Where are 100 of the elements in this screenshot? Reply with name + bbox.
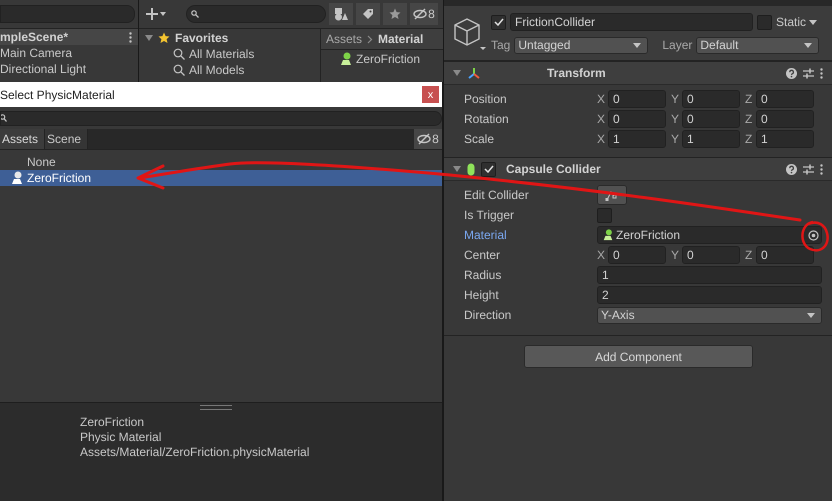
picker-tab[interactable]: Scene bbox=[45, 129, 88, 149]
list-item[interactable]: None bbox=[0, 154, 442, 170]
axes-icon bbox=[467, 66, 481, 80]
object-field[interactable]: ZeroFriction bbox=[597, 226, 822, 244]
foldout-arrow-icon[interactable] bbox=[453, 69, 461, 77]
component-header[interactable]: Transform bbox=[444, 61, 832, 85]
property-label: Is Trigger bbox=[464, 208, 516, 222]
search-field[interactable] bbox=[0, 110, 442, 126]
property-label: Height bbox=[464, 288, 500, 302]
preview-text: ZeroFriction bbox=[79, 415, 146, 430]
number-field[interactable]: 0 bbox=[756, 90, 814, 108]
preview-text: Assets/Material/ZeroFriction.physicMaterial bbox=[79, 445, 310, 460]
layer-label: Layer bbox=[662, 38, 692, 52]
check-icon bbox=[484, 165, 494, 173]
number-field[interactable]: 0 bbox=[756, 246, 814, 264]
star-icon bbox=[158, 32, 170, 44]
caret-icon bbox=[804, 42, 812, 48]
eye-slash-icon bbox=[417, 133, 432, 145]
number-field[interactable]: 1 bbox=[597, 266, 822, 284]
hierarchy-item[interactable]: Directional Light bbox=[0, 61, 138, 77]
property-label: Center bbox=[464, 248, 502, 262]
axis-label: X bbox=[597, 132, 606, 146]
more-icon[interactable] bbox=[820, 68, 823, 78]
static-checkbox[interactable] bbox=[757, 14, 772, 30]
caret-icon bbox=[633, 42, 642, 48]
hierarchy-item[interactable]: Main Camera bbox=[0, 45, 138, 61]
caret-icon bbox=[807, 312, 815, 318]
component-header[interactable]: Capsule Collider bbox=[444, 157, 832, 181]
breadcrumb-item[interactable]: Material bbox=[378, 32, 424, 46]
number-field[interactable]: 1 bbox=[682, 130, 740, 148]
splitter-handle[interactable] bbox=[200, 405, 232, 410]
favorite-item[interactable]: All Models bbox=[145, 62, 320, 78]
favorite-item[interactable]: All Materials bbox=[145, 46, 320, 62]
search-icon bbox=[173, 64, 185, 76]
axis-label: Y bbox=[671, 132, 680, 146]
property-label: Scale bbox=[464, 132, 496, 146]
axis-label: Y bbox=[671, 112, 680, 126]
layer-dropdown[interactable]: Default bbox=[696, 36, 820, 54]
list-item[interactable]: ZeroFriction bbox=[0, 170, 442, 186]
search-icon bbox=[173, 48, 185, 60]
search-field[interactable] bbox=[0, 5, 135, 23]
axis-label: X bbox=[597, 112, 606, 126]
search-field[interactable] bbox=[186, 5, 326, 23]
axis-label: Z bbox=[745, 92, 754, 106]
active-checkbox[interactable] bbox=[491, 14, 506, 30]
more-icon[interactable] bbox=[129, 32, 132, 42]
number-field[interactable]: 0 bbox=[756, 110, 814, 128]
search-icon bbox=[191, 10, 199, 18]
property-label: Position bbox=[464, 92, 508, 106]
edit-shape-icon bbox=[605, 190, 619, 200]
number-field[interactable]: 2 bbox=[597, 286, 822, 304]
axis-label: Z bbox=[745, 248, 754, 262]
foldout-arrow-icon[interactable] bbox=[453, 165, 461, 173]
physic-material-icon bbox=[10, 171, 24, 185]
help-icon[interactable] bbox=[786, 68, 797, 78]
picker-tab[interactable]: Assets bbox=[0, 129, 46, 149]
property-label: Edit Collider bbox=[464, 188, 530, 202]
static-dropdown[interactable]: Static bbox=[776, 15, 818, 29]
axis-label: Y bbox=[671, 248, 680, 262]
breadcrumb-item[interactable]: Assets bbox=[326, 32, 362, 46]
dialog-title: Select PhysicMaterial bbox=[0, 88, 115, 102]
number-field[interactable]: 0 bbox=[608, 90, 666, 108]
asset-item[interactable]: ZeroFriction bbox=[321, 50, 443, 68]
hidden-count-button[interactable]: 8 bbox=[410, 3, 438, 25]
search-icon bbox=[1, 114, 7, 122]
help-icon[interactable] bbox=[786, 164, 797, 174]
favorites-label[interactable]: Favorites bbox=[175, 30, 228, 44]
close-button[interactable]: x bbox=[422, 86, 439, 103]
object-picker-icon[interactable] bbox=[808, 230, 819, 240]
preset-icon[interactable] bbox=[803, 164, 814, 174]
number-field[interactable]: 1 bbox=[756, 130, 814, 148]
property-label: Direction bbox=[464, 308, 512, 322]
more-icon[interactable] bbox=[820, 164, 823, 174]
tag-dropdown[interactable]: Untagged bbox=[514, 36, 648, 54]
enabled-checkbox[interactable] bbox=[481, 162, 496, 176]
shapes-icon bbox=[334, 7, 348, 21]
scene-header[interactable]: mpleScene* bbox=[0, 29, 138, 45]
property-label: Rotation bbox=[464, 112, 510, 126]
number-field[interactable]: 0 bbox=[682, 110, 740, 128]
preview-text: Physic Material bbox=[79, 430, 162, 445]
number-field[interactable]: 0 bbox=[682, 90, 740, 108]
number-field[interactable]: 1 bbox=[608, 130, 666, 148]
number-field[interactable]: 0 bbox=[608, 110, 666, 128]
star-icon bbox=[389, 8, 401, 20]
star-filter-button[interactable] bbox=[383, 3, 407, 25]
expand-arrow-icon[interactable] bbox=[145, 34, 153, 40]
tag-filter-button[interactable] bbox=[356, 3, 380, 25]
preset-icon[interactable] bbox=[803, 68, 814, 78]
checkbox[interactable] bbox=[597, 208, 612, 222]
hidden-count-button[interactable]: 8 bbox=[414, 129, 442, 149]
caret-icon bbox=[809, 20, 818, 24]
axis-label: Z bbox=[745, 112, 754, 126]
number-field[interactable]: 0 bbox=[682, 246, 740, 264]
axis-label: Z bbox=[745, 132, 754, 146]
add-button[interactable] bbox=[143, 5, 169, 23]
shapes-filter-button[interactable] bbox=[329, 3, 353, 25]
add-component-button[interactable]: Add Component bbox=[524, 345, 753, 368]
name-field[interactable]: FrictionCollider bbox=[510, 13, 753, 31]
number-field[interactable]: 0 bbox=[608, 246, 666, 264]
direction-dropdown[interactable]: Y-Axis bbox=[597, 306, 822, 324]
